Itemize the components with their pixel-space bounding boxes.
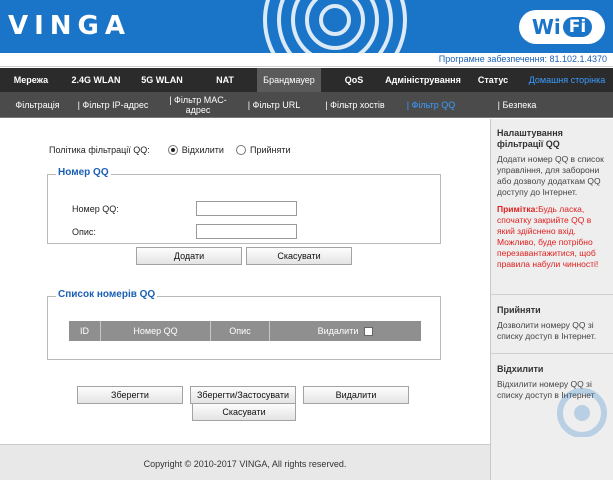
nav-5g-wlan[interactable]: 5G WLAN <box>134 68 190 92</box>
subnav-filtering[interactable]: Фільтрація <box>10 92 65 118</box>
help-accept-title: Прийняти <box>497 305 541 315</box>
help-main: Налаштування фільтрації QQ Додати номер … <box>497 128 609 270</box>
help-text: Додати номер QQ в список управління, для… <box>497 154 604 197</box>
reject-radio-label[interactable]: Відхилити <box>182 145 224 155</box>
help-note-label: Примітка: <box>497 204 539 214</box>
reject-radio[interactable] <box>167 145 178 155</box>
firmware-version: Програмне забезпечення: 81.102.1.4370 <box>438 54 607 64</box>
cancel-button[interactable]: Скасувати <box>192 403 296 421</box>
main-content: Політика фільтрації QQ: Відхилити Прийня… <box>0 119 490 444</box>
accept-radio-label[interactable]: Прийняти <box>250 145 291 155</box>
qq-list-legend: Список номерів QQ <box>56 289 158 300</box>
qq-number-fieldset: Номер QQ Номер QQ: Опис: <box>47 167 441 244</box>
nav-network[interactable]: Мережа <box>6 68 56 92</box>
subnav-url-filter[interactable]: | Фільтр URL <box>242 92 306 118</box>
description-label: Опис: <box>72 227 96 237</box>
column-delete: Видалити <box>270 321 421 341</box>
nav-administration[interactable]: Адміністрування <box>381 68 465 92</box>
help-reject-title: Відхилити <box>497 364 544 374</box>
header: VINGA Wi Fi <box>0 0 613 53</box>
subnav-mac-filter[interactable]: | Фільтр MAC-адрес <box>158 92 238 118</box>
save-apply-button[interactable]: Зберегти/Застосувати <box>190 386 296 404</box>
policy-row: Політика фільтрації QQ: Відхилити Прийня… <box>49 145 291 155</box>
policy-label: Політика фільтрації QQ: <box>49 145 150 155</box>
watermark-logo-icon <box>557 388 607 437</box>
column-id: ID <box>69 321 101 341</box>
column-description: Опис <box>211 321 270 341</box>
description-input[interactable] <box>196 224 297 239</box>
copyright: Copyright © 2010-2017 VINGA, All rights … <box>143 459 347 469</box>
nav-nat[interactable]: NAT <box>205 68 245 92</box>
column-delete-label: Видалити <box>317 326 359 336</box>
help-title: Налаштування фільтрації QQ <box>497 128 563 149</box>
nav-status[interactable]: Статус <box>471 68 515 92</box>
brand-logo: VINGA <box>8 11 132 41</box>
main-nav: Мережа 2.4G WLAN 5G WLAN NAT Брандмауер … <box>0 68 613 92</box>
help-accept: Прийняти Дозволити номеру QQ зі списку д… <box>497 305 609 342</box>
wifi-logo: Wi Fi <box>519 10 605 44</box>
wifi-logo-right: Fi <box>562 17 593 37</box>
subnav-security[interactable]: | Безпека <box>492 92 542 118</box>
nav-24g-wlan[interactable]: 2.4G WLAN <box>66 68 126 92</box>
delete-button[interactable]: Видалити <box>303 386 409 404</box>
save-button[interactable]: Зберегти <box>77 386 183 404</box>
firmware-bar: Програмне забезпечення: 81.102.1.4370 <box>0 53 613 67</box>
qq-number-label: Номер QQ: <box>72 204 119 214</box>
sub-nav: Фільтрація | Фільтр IP-адрес | Фільтр MA… <box>0 92 613 118</box>
nav-home-page[interactable]: Домашня сторінка <box>522 68 612 92</box>
qq-list-table-header: ID Номер QQ Опис Видалити <box>69 321 421 341</box>
help-note: Примітка:Будь ласка, спочатку закрийте Q… <box>497 204 609 270</box>
subnav-ip-filter[interactable]: | Фільтр IP-адрес <box>68 92 158 118</box>
accept-radio[interactable] <box>235 145 246 155</box>
nav-firewall[interactable]: Брандмауер <box>257 68 321 92</box>
help-divider <box>491 294 613 295</box>
select-all-checkbox[interactable] <box>364 326 374 336</box>
cancel-add-button[interactable]: Скасувати <box>246 247 352 265</box>
wifi-logo-left: Wi <box>531 15 561 39</box>
column-qq-number: Номер QQ <box>101 321 211 341</box>
subnav-qq-filter[interactable]: | Фільтр QQ <box>396 92 466 118</box>
qq-number-input[interactable] <box>196 201 297 216</box>
footer: Copyright © 2010-2017 VINGA, All rights … <box>0 444 490 480</box>
subnav-host-filter[interactable]: | Фільтр хостів <box>318 92 392 118</box>
nav-qos[interactable]: QoS <box>335 68 373 92</box>
qq-number-legend: Номер QQ <box>56 167 111 178</box>
add-button[interactable]: Додати <box>136 247 242 265</box>
help-accept-text: Дозволити номеру QQ зі списку доступ в І… <box>497 320 597 341</box>
wifi-waves-icon <box>263 0 407 53</box>
help-divider-2 <box>491 353 613 354</box>
